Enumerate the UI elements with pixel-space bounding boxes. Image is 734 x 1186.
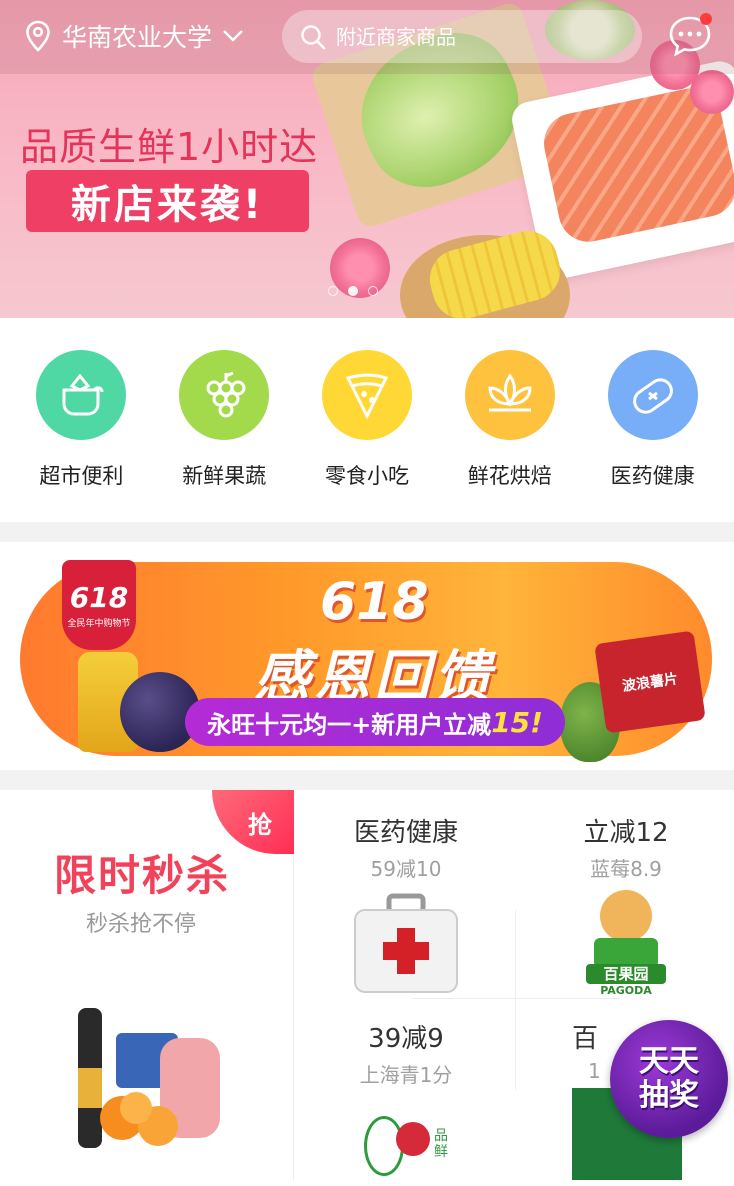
badge-number: 618 [69, 581, 129, 614]
cell-title: 39减9 [368, 1024, 444, 1054]
section-divider [0, 522, 734, 542]
first-aid-kit-image [354, 893, 458, 993]
search-bar[interactable] [282, 10, 642, 63]
brand-english: PAGODA [600, 984, 652, 997]
cell-subtitle: 上海青1分 [359, 1063, 453, 1087]
category-label: 医药健康 [610, 464, 695, 488]
brand-name: 百果园 [586, 964, 666, 984]
flash-sale-title: 限时秒杀 [54, 851, 231, 900]
shop-bird-icon [36, 350, 127, 440]
cell-subtitle: 蓝莓8.9 [590, 857, 662, 881]
search-input[interactable] [336, 24, 616, 49]
lottery-line2: 抽奖 [639, 1078, 699, 1113]
unread-dot [700, 13, 712, 25]
pagoda-logo: 百果园 PAGODA [586, 890, 666, 997]
category-grid: 超市便利 新鲜果蔬 零食小吃 鲜花烘焙 医药健康 [0, 318, 734, 522]
lotus-icon [464, 350, 555, 440]
flash-cell-blueberry[interactable]: 立减12 蓝莓8.9 百果园 PAGODA [516, 812, 734, 997]
banner-pager [328, 286, 378, 296]
badge-subtext: 全民年中购物节 [67, 619, 131, 629]
category-produce[interactable]: 新鲜果蔬 [164, 350, 284, 522]
cell-subtitle: 59减10 [370, 857, 442, 881]
category-label: 超市便利 [39, 464, 124, 488]
category-flowers-bakery[interactable]: 鲜花烘焙 [450, 350, 570, 522]
flash-cell-greens[interactable]: 39减9 上海青1分 品鲜 [296, 1018, 516, 1186]
category-label: 新鲜果蔬 [182, 464, 267, 488]
promo-ribbon: 永旺十元均一+新用户立减 15! [185, 698, 565, 746]
fresh-brand-logo: 品鲜 [356, 1102, 456, 1186]
flash-sale-section: 抢 限时秒杀 秒杀抢不停 医药健康 59减10 立减12 蓝莓8.9 百果园 P… [0, 790, 734, 1180]
618-badge: 618 全民年中购物节 [62, 560, 136, 650]
promo-headline-number: 618 [320, 572, 429, 632]
category-label: 零食小吃 [324, 464, 409, 488]
grid-divider [412, 998, 620, 999]
chevron-down-icon [223, 30, 243, 42]
flash-cell-medicine[interactable]: 医药健康 59减10 [296, 812, 516, 1000]
category-supermarket[interactable]: 超市便利 [21, 350, 141, 522]
pager-dot[interactable] [368, 286, 378, 296]
section-divider [0, 770, 734, 790]
new-store-button[interactable]: 新店来袭! [26, 170, 309, 232]
pizza-icon [321, 350, 412, 440]
pager-dot[interactable] [328, 286, 338, 296]
flash-sale-subtitle: 秒杀抢不停 [86, 912, 197, 937]
rose-image [690, 70, 734, 114]
location-pin-icon [26, 20, 50, 52]
lottery-line1: 天天 [639, 1044, 699, 1079]
location-label: 华南农业大学 [62, 23, 213, 52]
search-icon [301, 24, 326, 49]
chips-image: 波浪薯片 [594, 630, 706, 734]
daily-lottery-button[interactable]: 天天 抽奖 [610, 1020, 728, 1138]
ribbon-number: 15! [491, 705, 543, 739]
cell-title: 立减12 [583, 818, 669, 848]
location-selector[interactable]: 华南农业大学 [24, 18, 244, 54]
radish-image [396, 1122, 430, 1156]
hero-banner[interactable]: 华南农业大学 品质生鲜1小时达 新店来袭! [0, 0, 734, 318]
ribbon-text: 永旺十元均一+新用户立减 [207, 710, 492, 739]
cell-title: 医药健康 [353, 818, 458, 848]
pager-dot-active[interactable] [348, 286, 358, 296]
promo-banner-618[interactable]: 618 全民年中购物节 618 感恩回馈 波浪薯片 永旺十元均一+新用户立减 15… [0, 542, 734, 770]
bandage-icon [607, 350, 698, 440]
fresh-label: 品鲜 [434, 1128, 448, 1160]
groceries-image [78, 1008, 220, 1148]
category-snacks[interactable]: 零食小吃 [307, 350, 427, 522]
grape-icon [179, 350, 270, 440]
category-medicine[interactable]: 医药健康 [593, 350, 713, 522]
flash-sale-card[interactable]: 抢 限时秒杀 秒杀抢不停 [0, 790, 294, 1180]
monkey-mascot [600, 890, 652, 942]
banner-slogan: 品质生鲜1小时达 [20, 125, 319, 169]
category-label: 鲜花烘焙 [467, 464, 552, 488]
